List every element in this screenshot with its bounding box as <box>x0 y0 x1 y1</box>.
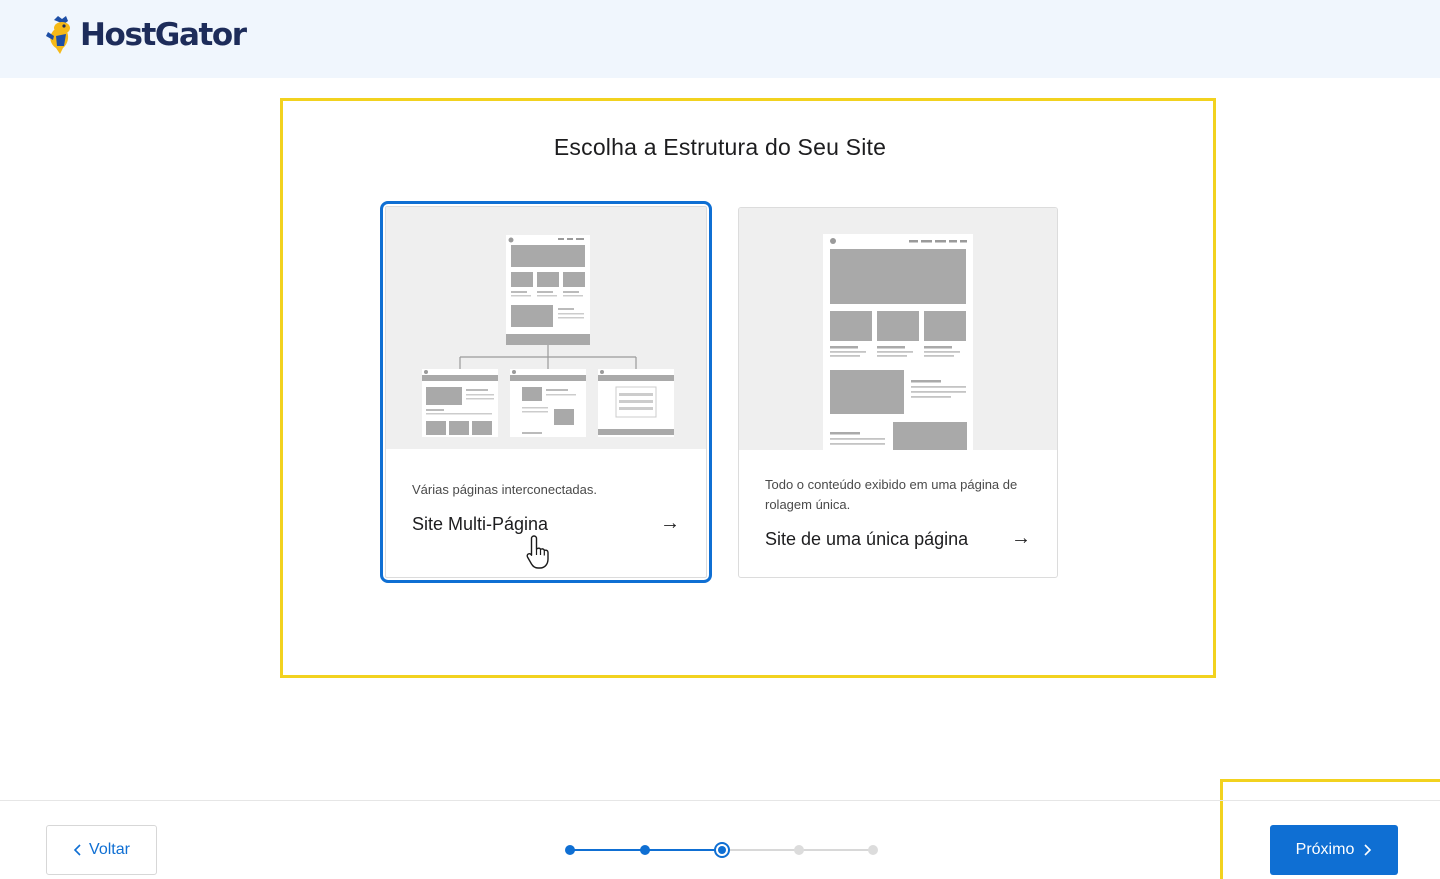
option-description: Várias páginas interconectadas. <box>412 482 598 497</box>
step-dot-2 <box>640 845 650 855</box>
step-dot-4 <box>794 845 804 855</box>
chevron-left-icon <box>73 844 81 856</box>
brand-logo[interactable]: HostGator <box>44 14 247 56</box>
option-card-multi-page[interactable]: Várias páginas interconectadas. Site Mul… <box>380 201 712 583</box>
arrow-right-icon: → <box>1011 527 1031 549</box>
multi-page-diagram-icon <box>422 235 674 437</box>
footer-divider <box>0 800 1440 801</box>
option-label: Site Multi-Página <box>412 514 549 534</box>
gator-mascot-icon <box>46 16 70 54</box>
option-card-single-page[interactable]: Todo o conteúdo exibido em uma página de… <box>738 207 1058 578</box>
option-description: Todo o conteúdo exibido em uma página de… <box>765 477 1018 512</box>
step-dot-5 <box>868 845 878 855</box>
single-page-preview <box>739 208 1057 450</box>
arrow-right-icon: → <box>660 512 680 534</box>
step-dot-1 <box>565 845 575 855</box>
multi-page-preview <box>386 207 706 449</box>
back-button-label: Voltar <box>89 841 130 858</box>
next-button-label: Próximo <box>1295 841 1355 858</box>
progress-stepper <box>565 842 878 858</box>
page-title: Escolha a Estrutura do Seu Site <box>553 134 887 160</box>
step-dot-3-core <box>718 846 726 854</box>
next-button[interactable]: Próximo <box>1270 825 1398 875</box>
single-page-diagram-icon <box>823 234 973 450</box>
brand-name: HostGator <box>80 17 247 53</box>
chevron-right-icon <box>1364 844 1372 856</box>
hand-cursor-icon <box>526 535 549 569</box>
option-label: Site de uma única página <box>765 529 969 549</box>
back-button[interactable]: Voltar <box>46 825 157 875</box>
top-header: HostGator <box>0 0 1440 78</box>
